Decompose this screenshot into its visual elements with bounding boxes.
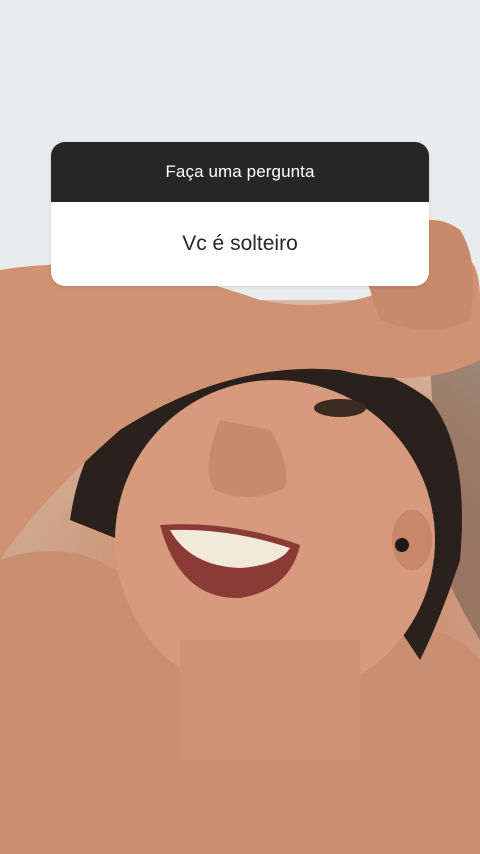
photo-earring <box>395 538 409 552</box>
photo-neck <box>180 640 360 760</box>
question-sticker[interactable]: Faça uma pergunta Vc é solteiro <box>51 142 429 286</box>
photo-eye <box>314 399 366 417</box>
question-prompt: Faça uma pergunta <box>51 142 429 202</box>
question-answer: Vc é solteiro <box>51 202 429 286</box>
story-view: Faça uma pergunta Vc é solteiro <box>0 0 480 854</box>
background-photo <box>0 0 480 854</box>
